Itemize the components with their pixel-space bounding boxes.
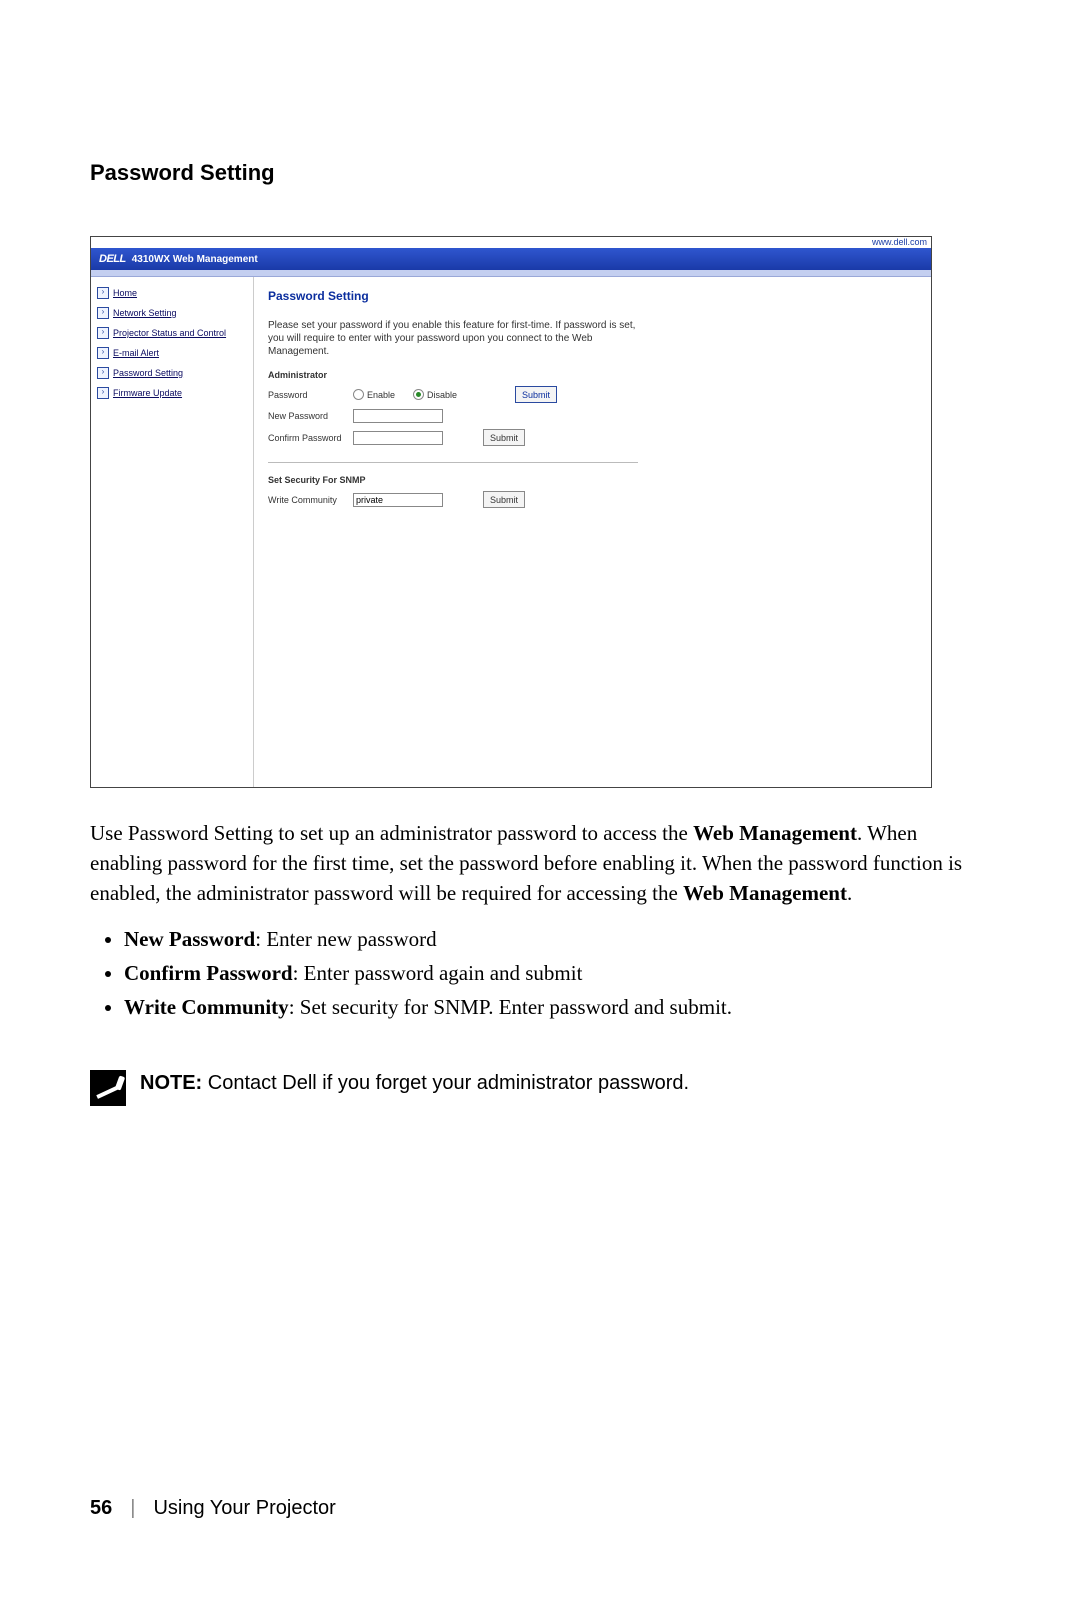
footer-separator: |	[130, 1497, 135, 1520]
chevron-right-icon: ›	[97, 287, 109, 299]
page-number: 56	[90, 1497, 112, 1520]
sidebar: › Home › Network Setting › Projector Status…	[91, 277, 253, 788]
radio-icon	[413, 389, 424, 400]
bullet-text: : Enter password again and submit	[293, 961, 583, 985]
text: Use Password Setting to set up an admini…	[90, 821, 693, 845]
confirm-password-label: Confirm Password	[268, 433, 353, 443]
sidebar-item-label: E-mail Alert	[113, 348, 159, 358]
bullet-list: New Password: Enter new password Confirm…	[124, 922, 990, 1024]
enable-label: Enable	[367, 390, 395, 400]
admin-heading: Administrator	[268, 370, 917, 380]
new-password-label: New Password	[268, 411, 353, 421]
main-panel: Password Setting Please set your passwor…	[253, 277, 931, 788]
chevron-right-icon: ›	[97, 367, 109, 379]
submit-button[interactable]: Submit	[483, 429, 525, 446]
bullet-term: New Password	[124, 927, 255, 951]
web-management-screenshot: www.dell.com DELL 4310WX Web Management …	[90, 236, 932, 788]
sidebar-item-home[interactable]: › Home	[97, 287, 247, 299]
sidebar-item-password[interactable]: › Password Setting	[97, 367, 247, 379]
panel-description: Please set your password if you enable t…	[268, 319, 638, 358]
chapter-title: Using Your Projector	[153, 1497, 335, 1520]
bold-term: Web Management	[683, 881, 847, 905]
sidebar-item-firmware[interactable]: › Firmware Update	[97, 387, 247, 399]
sidebar-item-label: Home	[113, 288, 137, 298]
sidebar-item-status[interactable]: › Projector Status and Control	[97, 327, 247, 339]
note-label: NOTE:	[140, 1072, 202, 1094]
chevron-right-icon: ›	[97, 327, 109, 339]
write-community-input[interactable]	[353, 493, 443, 507]
app-title: 4310WX Web Management	[132, 254, 258, 265]
list-item: Write Community: Set security for SNMP. …	[124, 990, 990, 1024]
header-divider	[91, 270, 931, 277]
section-heading: Password Setting	[90, 160, 990, 186]
sidebar-item-email[interactable]: › E-mail Alert	[97, 347, 247, 359]
list-item: New Password: Enter new password	[124, 922, 990, 956]
divider	[268, 462, 638, 463]
disable-radio[interactable]: Disable	[413, 389, 457, 400]
sidebar-item-label: Projector Status and Control	[113, 328, 226, 338]
text: .	[847, 881, 852, 905]
bullet-text: : Enter new password	[255, 927, 436, 951]
enable-radio[interactable]: Enable	[353, 389, 395, 400]
chevron-right-icon: ›	[97, 347, 109, 359]
note-icon	[90, 1070, 126, 1106]
body-paragraph: Use Password Setting to set up an admini…	[90, 818, 990, 908]
note-text: NOTE: Contact Dell if you forget your ad…	[140, 1070, 689, 1096]
bullet-term: Confirm Password	[124, 961, 293, 985]
sidebar-item-label: Network Setting	[113, 308, 177, 318]
disable-label: Disable	[427, 390, 457, 400]
new-password-input[interactable]	[353, 409, 443, 423]
url-hint: www.dell.com	[872, 237, 927, 247]
note-body: Contact Dell if you forget your administ…	[202, 1072, 689, 1094]
brand-logo-text: DELL	[99, 253, 126, 265]
password-label: Password	[268, 390, 353, 400]
list-item: Confirm Password: Enter password again a…	[124, 956, 990, 990]
chevron-right-icon: ›	[97, 387, 109, 399]
sidebar-item-label: Firmware Update	[113, 388, 182, 398]
app-titlebar: DELL 4310WX Web Management	[91, 248, 931, 270]
submit-button[interactable]: Submit	[483, 491, 525, 508]
write-community-label: Write Community	[268, 495, 353, 505]
bullet-term: Write Community	[124, 995, 289, 1019]
panel-title: Password Setting	[268, 289, 917, 303]
confirm-password-input[interactable]	[353, 431, 443, 445]
submit-button[interactable]: Submit	[515, 386, 557, 403]
sidebar-item-label: Password Setting	[113, 368, 183, 378]
sidebar-item-network[interactable]: › Network Setting	[97, 307, 247, 319]
bullet-text: : Set security for SNMP. Enter password …	[289, 995, 732, 1019]
radio-icon	[353, 389, 364, 400]
note-block: NOTE: Contact Dell if you forget your ad…	[90, 1070, 990, 1106]
chevron-right-icon: ›	[97, 307, 109, 319]
page-footer: 56 | Using Your Projector	[90, 1497, 336, 1520]
bold-term: Web Management	[693, 821, 857, 845]
snmp-heading: Set Security For SNMP	[268, 475, 917, 485]
